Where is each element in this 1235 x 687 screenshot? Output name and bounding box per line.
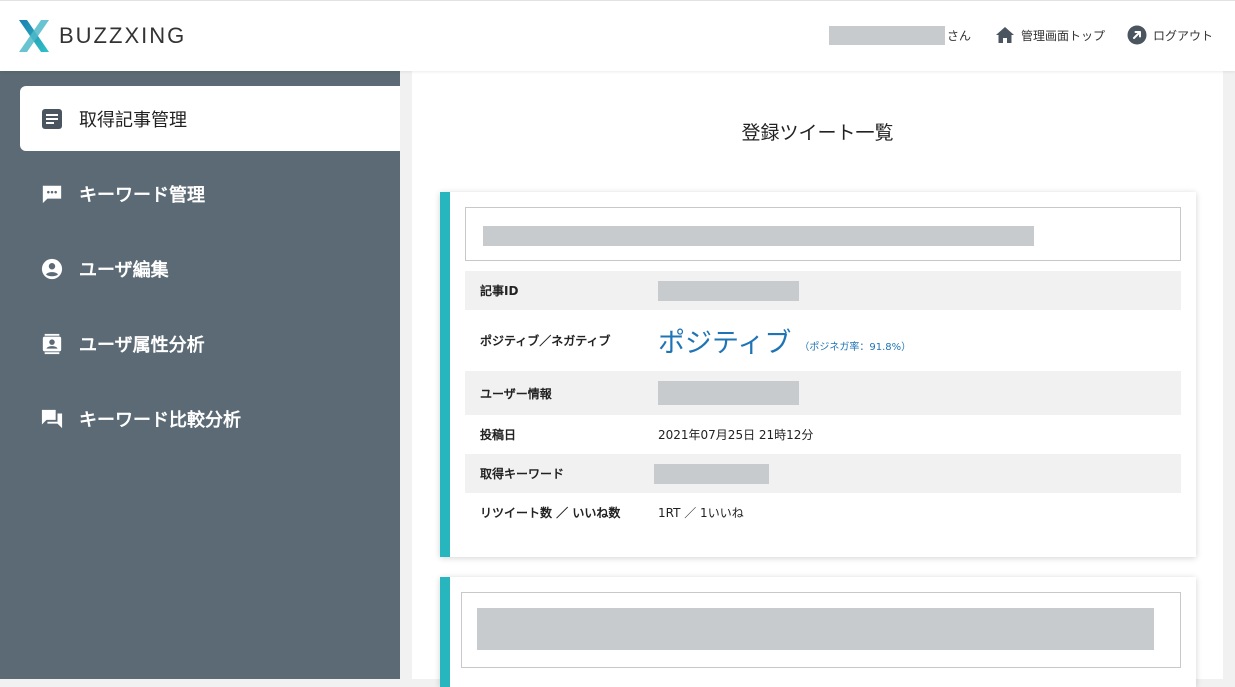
sidebar-item-keyword-compare[interactable]: キーワード比較分析 [20,386,400,451]
username-suffix: さん [946,28,971,43]
admin-top-link[interactable]: 管理画面トップ [995,26,1105,44]
top-header: BUZZXING さん 管理画面トップ ログアウト [0,0,1235,71]
sidebar-item-articles[interactable]: 取得記事管理 [20,86,400,151]
user-circle-icon [41,258,63,280]
tweet-card [440,577,1196,687]
sidebar-item-label: キーワード管理 [79,184,205,206]
row-keyword: 取得キーワード [465,454,1181,493]
row-label: リツイート数 ／ いいね数 [480,506,621,520]
row-rt-likes: リツイート数 ／ いいね数 1RT ／ 1いいね [465,493,1181,532]
sidebar-item-label: キーワード比較分析 [79,409,241,431]
buzzxing-logo[interactable]: BUZZXING [18,19,186,53]
article-id-redacted [658,280,799,301]
logout-arrow-icon [1127,25,1147,45]
sidebar-item-label: ユーザ属性分析 [79,334,205,356]
sidebar: 取得記事管理 キーワード管理 ユーザ編集 ユーザ属性分析 キーワード比較分析 [0,71,400,679]
sentiment-rate: （ポジネガ率：91.8%） [799,342,912,353]
username-redacted [828,25,945,45]
article-icon [41,108,63,130]
logout-label: ログアウト [1152,28,1213,43]
row-label: 投稿日 [480,428,517,442]
home-icon [995,27,1014,43]
keyword-redacted [654,463,769,484]
row-user-info: ユーザー情報 [465,371,1181,415]
header-actions: さん 管理画面トップ ログアウト [828,25,1213,45]
rt-likes-value: 1RT ／ 1いいね [658,506,744,520]
post-date-value: 2021年07月25日 21時12分 [658,428,814,442]
sidebar-item-label: 取得記事管理 [79,109,187,131]
tweet-card: 記事ID ポジティブ／ネガティブ ポジティブ （ポジネガ率：91.8%） ユーザ… [440,192,1196,557]
row-article-id: 記事ID [465,271,1181,310]
sidebar-item-label: ユーザ編集 [79,259,169,281]
tweet-text-box [465,207,1181,261]
tweet-text-box [461,592,1181,668]
tweet-text-redacted [477,608,1154,650]
row-post-date: 投稿日 2021年07月25日 21時12分 [465,415,1181,454]
sentiment-value: ポジティブ （ポジネガ率：91.8%） [658,310,911,371]
sidebar-item-user-attributes[interactable]: ユーザ属性分析 [20,311,400,376]
logout-link[interactable]: ログアウト [1127,25,1213,45]
sidebar-item-keywords[interactable]: キーワード管理 [20,161,400,226]
page-title: 登録ツイート一覧 [741,122,894,144]
sidebar-item-user-edit[interactable]: ユーザ編集 [20,236,400,301]
forum-icon [41,408,63,430]
tweet-text-redacted [483,226,1034,246]
row-label: 記事ID [480,284,519,298]
admin-top-label: 管理画面トップ [1020,28,1105,43]
row-sentiment: ポジティブ／ネガティブ ポジティブ （ポジネガ率：91.8%） [465,310,1181,371]
contact-card-icon [41,333,63,355]
chat-dots-icon [41,183,63,205]
row-label: 取得キーワード [480,467,565,481]
row-label: ポジティブ／ネガティブ [480,334,611,348]
logo-text: BUZZXING [59,23,187,48]
user-info-redacted[interactable] [658,381,799,405]
row-label: ユーザー情報 [480,386,552,401]
x-logo-icon [19,20,49,52]
sentiment-label: ポジティブ [658,328,792,359]
